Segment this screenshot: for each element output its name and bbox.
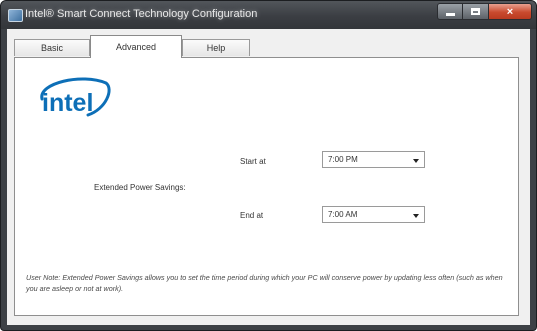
tab-strip: Basic Advanced Help xyxy=(14,35,519,58)
start-at-label: Start at xyxy=(240,157,266,166)
tab-help[interactable]: Help xyxy=(182,39,250,56)
end-at-label: End at xyxy=(240,211,264,220)
app-icon[interactable] xyxy=(8,9,23,22)
caption-buttons: × xyxy=(437,3,532,21)
intel-logo-graphic: intel xyxy=(40,77,111,117)
close-button[interactable]: × xyxy=(489,3,532,20)
maximize-icon xyxy=(471,8,480,15)
intel-logo-icon: intel xyxy=(36,75,112,130)
chevron-down-icon xyxy=(413,159,419,163)
app-window: Intel® Smart Connect Technology Configur… xyxy=(0,0,537,331)
tab-basic[interactable]: Basic xyxy=(14,39,90,56)
advanced-panel: intel Extended Power Savings: Start at 7… xyxy=(14,57,519,316)
window-title: Intel® Smart Connect Technology Configur… xyxy=(25,8,258,20)
tab-advanced[interactable]: Advanced xyxy=(90,35,182,58)
extended-power-savings-label: Extended Power Savings: xyxy=(94,183,186,192)
close-icon: × xyxy=(506,5,514,18)
chevron-down-icon xyxy=(413,214,419,218)
maximize-button[interactable] xyxy=(463,3,489,20)
end-time-dropdown[interactable]: 7:00 AM xyxy=(322,206,425,223)
client-area: Basic Advanced Help intel Extended Power… xyxy=(7,29,530,325)
minimize-icon xyxy=(445,13,455,16)
user-note: User Note: Extended Power Savings allows… xyxy=(26,273,503,293)
title-bar[interactable]: Intel® Smart Connect Technology Configur… xyxy=(1,1,536,29)
minimize-button[interactable] xyxy=(437,3,463,20)
start-time-dropdown[interactable]: 7:00 PM xyxy=(322,151,425,168)
intel-logo-text: intel xyxy=(42,89,93,117)
start-time-value: 7:00 PM xyxy=(328,155,358,164)
end-time-value: 7:00 AM xyxy=(328,210,358,219)
